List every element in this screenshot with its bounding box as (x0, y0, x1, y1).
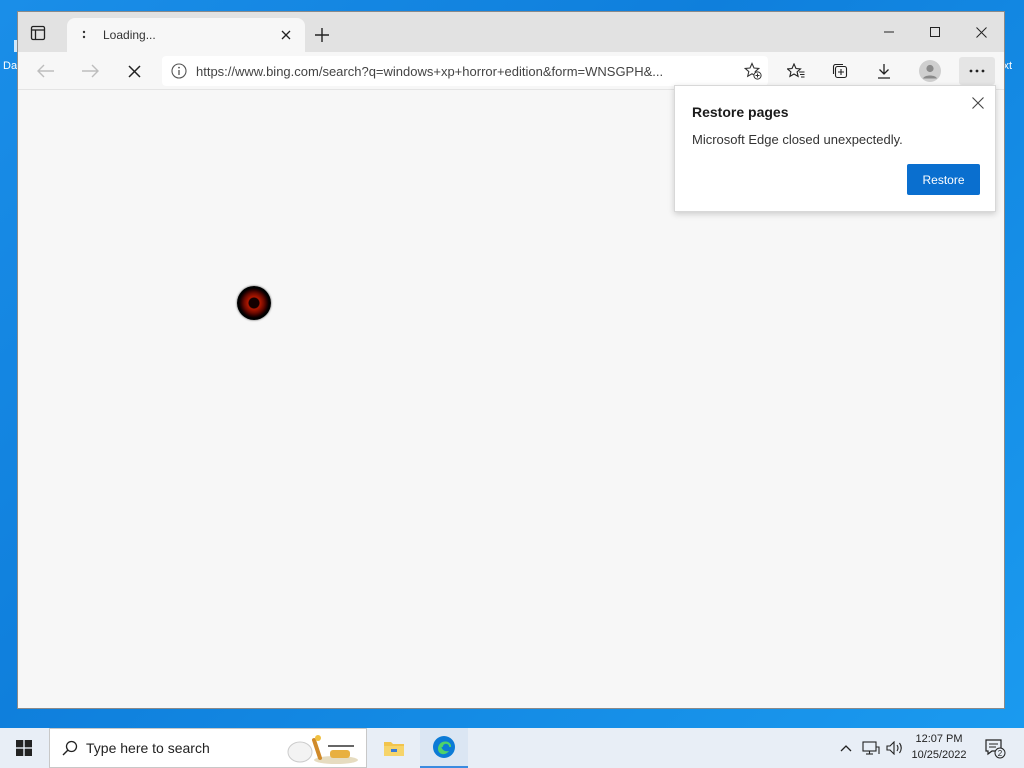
add-favorite-icon[interactable] (738, 56, 768, 86)
tab-title: Loading... (103, 28, 156, 42)
search-placeholder: Type here to search (86, 740, 210, 756)
taskbar-search-box[interactable]: Type here to search (49, 728, 367, 768)
restore-button[interactable]: Restore (907, 164, 980, 195)
show-hidden-icons-icon[interactable] (836, 728, 856, 768)
back-icon[interactable] (31, 57, 61, 85)
taskbar-clock[interactable]: 12:07 PM 10/25/2022 (902, 731, 976, 763)
clock-time: 12:07 PM (915, 733, 963, 745)
notification-count: 2 (998, 749, 1003, 758)
close-window-icon[interactable] (958, 12, 1004, 52)
url-text: https://www.bing.com/search?q=windows+xp… (196, 63, 664, 79)
new-tab-icon[interactable] (311, 24, 333, 46)
taskbar: Type here to search 12:07 PM 10/25/2022 … (0, 728, 1024, 768)
search-highlight-icon (287, 735, 358, 764)
favorites-icon[interactable] (781, 57, 811, 85)
network-icon[interactable] (860, 728, 882, 768)
forward-icon[interactable] (75, 57, 105, 85)
tab-actions-icon[interactable] (28, 23, 48, 43)
maximize-icon[interactable] (912, 12, 958, 52)
restore-pages-popup: Restore pages Microsoft Edge closed unex… (674, 85, 996, 212)
site-info-icon[interactable] (162, 56, 196, 86)
minimize-icon[interactable] (866, 12, 912, 52)
windows-logo-icon (16, 740, 32, 756)
settings-more-icon[interactable] (959, 57, 995, 85)
popup-title: Restore pages (692, 104, 789, 120)
file-explorer-icon[interactable] (370, 728, 418, 768)
eye-image (237, 286, 271, 320)
edge-taskbar-icon[interactable] (420, 728, 468, 768)
notification-center-icon[interactable]: 2 (980, 728, 1010, 768)
collections-icon[interactable] (825, 57, 855, 85)
close-icon[interactable] (969, 94, 987, 112)
start-button[interactable] (0, 728, 48, 768)
tab-close-icon[interactable] (277, 26, 295, 44)
loading-spinner-icon (77, 27, 91, 43)
stop-loading-icon[interactable] (119, 57, 149, 85)
clock-date: 10/25/2022 (911, 749, 967, 761)
active-tab[interactable]: Loading... (67, 18, 305, 52)
search-icon (62, 740, 78, 756)
profile-avatar-icon[interactable] (915, 57, 945, 85)
desktop-icon-label-left: Da (3, 60, 18, 72)
downloads-icon[interactable] (869, 57, 899, 85)
address-bar[interactable]: https://www.bing.com/search?q=windows+xp… (162, 56, 768, 86)
title-bar: Loading... (18, 12, 1004, 52)
popup-message: Microsoft Edge closed unexpectedly. (692, 132, 903, 147)
